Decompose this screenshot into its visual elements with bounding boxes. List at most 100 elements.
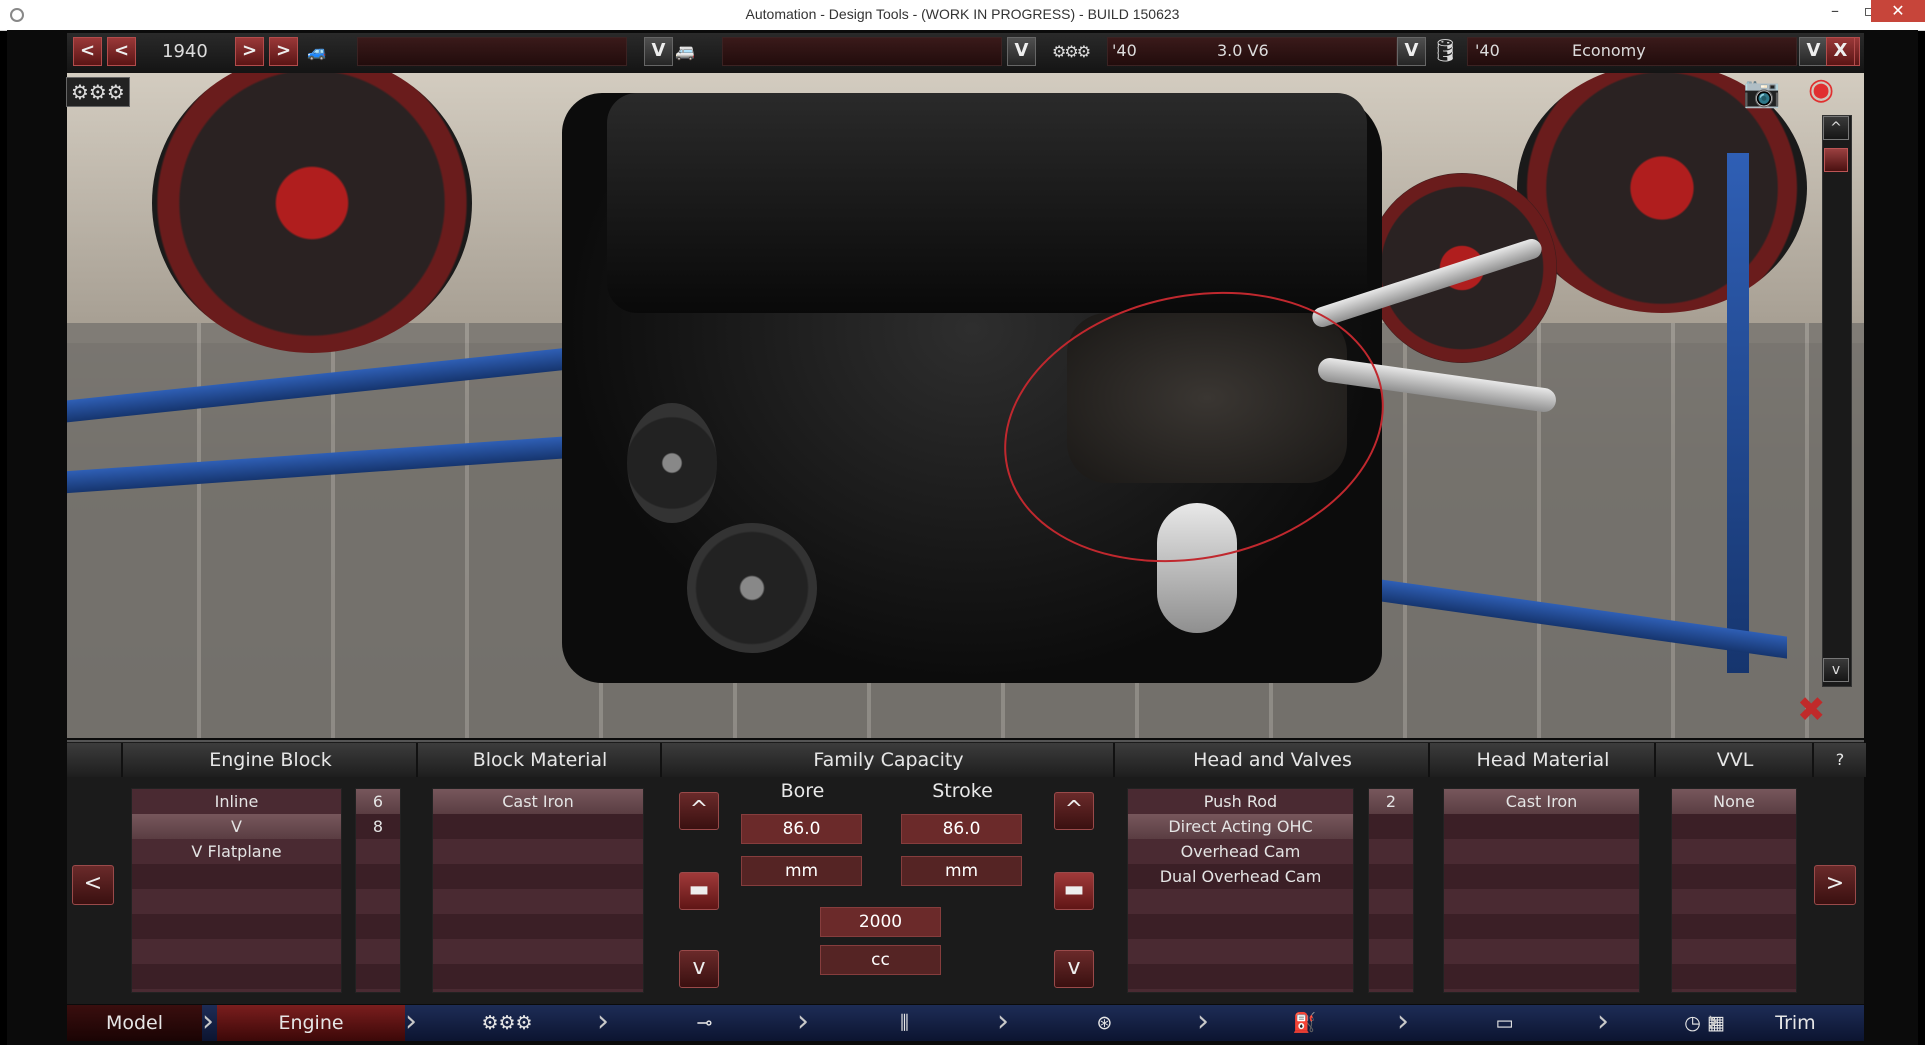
valve-option-2[interactable]: 2: [1369, 789, 1413, 814]
upper-pulley: [627, 403, 717, 523]
nav-fuel-icon[interactable]: ⛽: [1212, 1005, 1397, 1041]
head-material-option-cast-iron[interactable]: Cast Iron: [1444, 789, 1639, 814]
engine-block-option-inline[interactable]: Inline: [132, 789, 341, 814]
capacity-value[interactable]: 2000: [820, 907, 941, 937]
close-window-button[interactable]: ✕: [1871, 0, 1925, 22]
engine-block-icon: ⚙⚙⚙: [1052, 42, 1091, 61]
engine-name: 3.0 V6: [1217, 41, 1269, 60]
trim-dropdown[interactable]: [722, 37, 1002, 66]
bore-down-button[interactable]: v: [679, 950, 719, 988]
nav-chevron-icon: ›: [597, 1004, 609, 1039]
engine-year: '40: [1112, 41, 1137, 60]
car-model-icon: 🚙: [307, 42, 327, 61]
vvl-header: VVL: [1654, 743, 1814, 777]
variant-year: '40: [1475, 41, 1500, 60]
minimize-button[interactable]: –: [1818, 0, 1852, 22]
nav-chevron-icon: ›: [997, 1004, 1009, 1039]
piston-icon: 🛢: [1431, 39, 1459, 64]
nav-crankshaft-icon[interactable]: ⊸: [612, 1005, 797, 1041]
cylinder-option-8[interactable]: 8: [356, 814, 400, 839]
stroke-label: Stroke: [932, 780, 993, 802]
stand-beam: [1727, 153, 1749, 673]
cylinder-count-list: 6 8: [355, 788, 401, 993]
engine-block-option-v-flatplane[interactable]: V Flatplane: [132, 839, 341, 864]
block-material-header: Block Material: [416, 743, 662, 777]
panel-header-spacer: [67, 743, 121, 777]
nav-model[interactable]: Model: [67, 1005, 202, 1041]
capacity-unit: cc: [820, 945, 941, 975]
bottom-navigation: Model › Engine › ⚙⚙⚙ › ⊸ › ⫼ › ⊛ › ⛽ › ▭…: [67, 1005, 1864, 1041]
nav-trim[interactable]: Trim: [1727, 1005, 1864, 1041]
valve-count-list: 2: [1368, 788, 1414, 993]
block-material-option-cast-iron[interactable]: Cast Iron: [433, 789, 643, 814]
block-material-list: Cast Iron: [432, 788, 644, 993]
family-capacity-header: Family Capacity: [660, 743, 1115, 777]
top-toolbar: < < 1940 > > 🚙 V 🚐 V ⚙⚙⚙ '40 3.0 V6 V 🛢 …: [67, 33, 1864, 73]
model-dropdown[interactable]: [357, 37, 627, 66]
model-dropdown-arrow[interactable]: V: [644, 37, 673, 66]
engine-dropdown-arrow[interactable]: V: [1397, 37, 1426, 66]
trim-dropdown-arrow[interactable]: V: [1007, 37, 1036, 66]
head-material-list: Cast Iron: [1443, 788, 1640, 993]
camera-icon[interactable]: 📷: [1743, 75, 1780, 110]
head-valves-header: Head and Valves: [1113, 743, 1430, 777]
nav-chevron-icon: ›: [405, 1004, 417, 1039]
zoom-scrollbar[interactable]: [1822, 115, 1852, 687]
head-valves-list: Push Rod Direct Acting OHC Overhead Cam …: [1127, 788, 1354, 993]
window-titlebar: Automation - Design Tools - (WORK IN PRO…: [0, 0, 1925, 31]
nav-turbo-icon[interactable]: ⊛: [1012, 1005, 1197, 1041]
engine-layout-icon[interactable]: ⚙⚙⚙: [66, 77, 130, 107]
head-material-header: Head Material: [1428, 743, 1656, 777]
nav-chevron-icon: ›: [1197, 1004, 1209, 1039]
stroke-value[interactable]: 86.0: [901, 814, 1022, 844]
toolbar-close-button[interactable]: X: [1826, 37, 1855, 66]
variant-name: Economy: [1572, 41, 1646, 60]
year-next-fast-button[interactable]: >: [269, 37, 298, 66]
nav-chevron-icon: ›: [202, 1004, 214, 1039]
nav-engine[interactable]: Engine: [217, 1005, 405, 1041]
engine-block-option-v[interactable]: V: [132, 814, 341, 839]
panel-prev-button[interactable]: <: [72, 865, 114, 905]
bore-label: Bore: [780, 780, 825, 802]
eye-icon[interactable]: ◉: [1808, 72, 1834, 107]
nav-chevron-icon: ›: [1707, 1004, 1719, 1039]
scroll-thumb[interactable]: [1824, 148, 1848, 172]
valve-cover: [607, 93, 1367, 313]
head-option-dual-overhead-cam[interactable]: Dual Overhead Cam: [1128, 864, 1353, 889]
cylinder-option-6[interactable]: 6: [356, 789, 400, 814]
head-option-push-rod[interactable]: Push Rod: [1128, 789, 1353, 814]
reset-view-icon[interactable]: ✖: [1797, 690, 1826, 730]
nav-chevron-icon: ›: [1397, 1004, 1409, 1039]
engine-3d-viewport[interactable]: [67, 73, 1864, 738]
head-option-direct-acting-ohc[interactable]: Direct Acting OHC: [1128, 814, 1353, 839]
nav-chevron-icon: ›: [797, 1004, 809, 1039]
year-prev-button[interactable]: <: [107, 37, 136, 66]
nav-valvetrain-icon[interactable]: ⫼: [812, 1005, 997, 1041]
variant-dropdown-arrow[interactable]: V: [1799, 37, 1828, 66]
bore-up-button[interactable]: ^: [679, 792, 719, 830]
bore-value[interactable]: 86.0: [741, 814, 862, 844]
head-option-overhead-cam[interactable]: Overhead Cam: [1128, 839, 1353, 864]
stroke-unit: mm: [901, 856, 1022, 886]
nav-exhaust-icon[interactable]: ▭: [1412, 1005, 1597, 1041]
vvl-list: None: [1671, 788, 1797, 993]
lower-pulley: [687, 523, 817, 653]
scroll-up-button[interactable]: ^: [1823, 116, 1849, 140]
year-next-button[interactable]: >: [235, 37, 264, 66]
help-button[interactable]: ?: [1812, 743, 1866, 777]
year-label: 1940: [162, 41, 208, 62]
nav-engine-block-icon[interactable]: ⚙⚙⚙: [417, 1005, 597, 1041]
scroll-down-button[interactable]: v: [1823, 658, 1849, 682]
bore-slider-thumb[interactable]: ▬: [679, 872, 719, 910]
bore-unit: mm: [741, 856, 862, 886]
stroke-down-button[interactable]: v: [1054, 950, 1094, 988]
year-prev-fast-button[interactable]: <: [73, 37, 102, 66]
engine-block-list: Inline V V Flatplane: [131, 788, 342, 993]
stroke-up-button[interactable]: ^: [1054, 792, 1094, 830]
window-title: Automation - Design Tools - (WORK IN PRO…: [745, 6, 1180, 22]
panel-next-button[interactable]: >: [1814, 865, 1856, 905]
car-trim-icon: 🚐: [675, 42, 695, 61]
vvl-option-none[interactable]: None: [1672, 789, 1796, 814]
nav-chevron-icon: ›: [1597, 1004, 1609, 1039]
stroke-slider-thumb[interactable]: ▬: [1054, 872, 1094, 910]
